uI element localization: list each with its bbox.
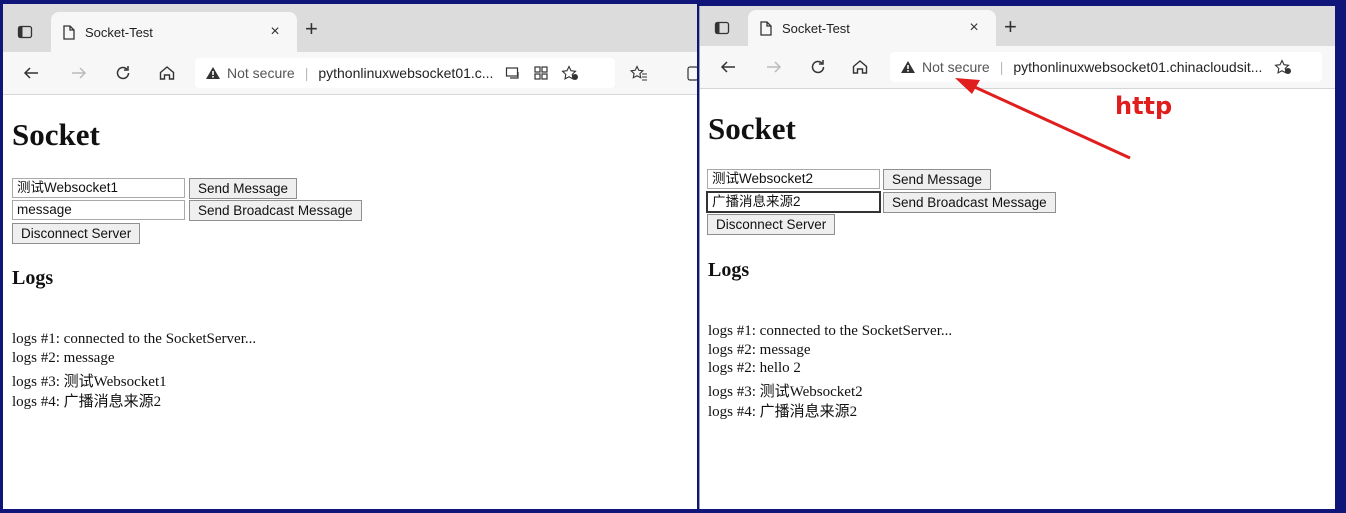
annotation-label: http	[1115, 92, 1173, 120]
annotation-arrow	[955, 78, 1131, 160]
